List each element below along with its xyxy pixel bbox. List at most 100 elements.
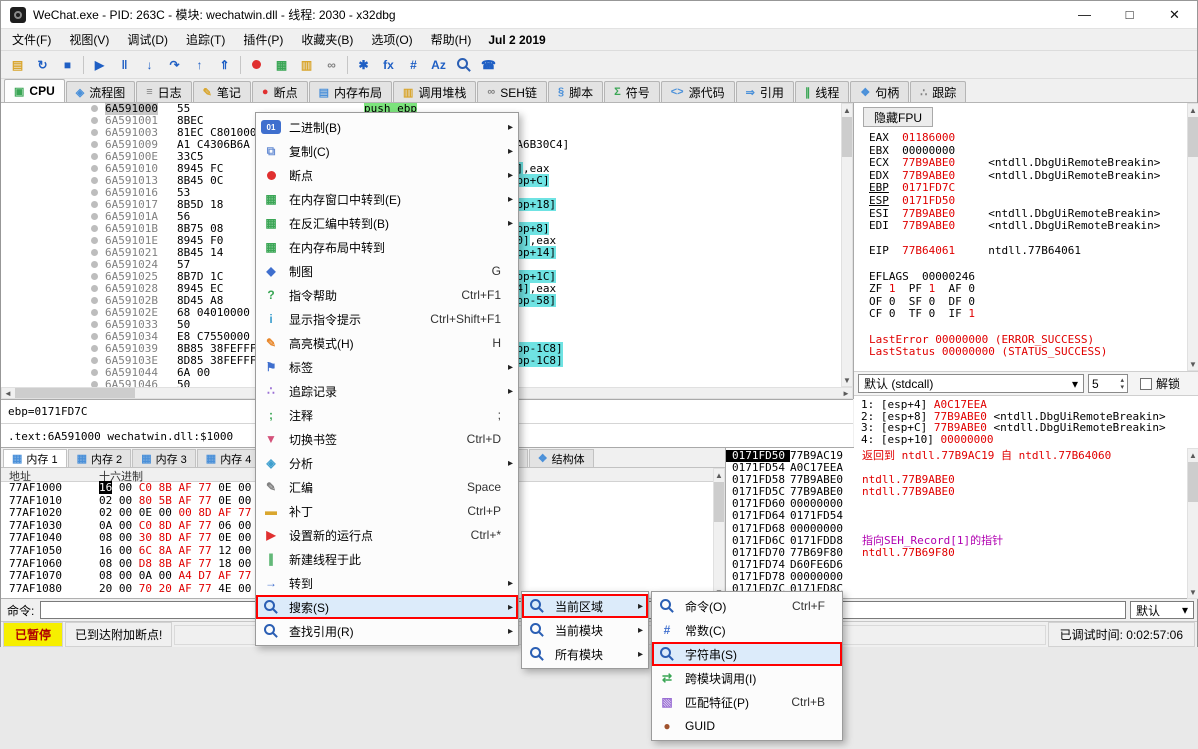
register-line[interactable]: LastStatus 00000000 (STATUS_SUCCESS): [869, 346, 1160, 359]
dump-hex-header[interactable]: 十六进制: [89, 468, 143, 481]
scroll-right-icon[interactable]: ►: [840, 388, 852, 398]
breakpoint-dot-icon[interactable]: [91, 117, 98, 124]
menu-item-search-current-module[interactable]: 当前模块▸: [522, 618, 648, 642]
scroll-thumb[interactable]: [1188, 462, 1198, 502]
breakpoint-dot-icon[interactable]: [91, 297, 98, 304]
dump-address-header[interactable]: 地址: [1, 468, 89, 481]
dump-tab-memory-4[interactable]: ▦内存 4: [197, 449, 261, 467]
menubar-item[interactable]: 视图(V): [60, 29, 118, 50]
menu-item-constant[interactable]: #常数(C): [652, 618, 842, 642]
calculator-button[interactable]: #: [401, 53, 426, 77]
tab-handles[interactable]: ❖句柄: [850, 81, 909, 102]
menu-item-intermodular-calls[interactable]: ⇄跨模块调用(I): [652, 666, 842, 690]
breakpoint-dot-icon[interactable]: [91, 177, 98, 184]
breakpoint-dot-icon[interactable]: [91, 213, 98, 220]
dump-scrollbar[interactable]: ▲ ▼: [713, 468, 725, 599]
attach-button[interactable]: ☎: [476, 53, 501, 77]
menu-item-follow-in-memory-map[interactable]: ▦在内存布局中转到: [256, 235, 518, 259]
register-list[interactable]: EAX 01186000EBX 00000000ECX 77B9ABE0 <nt…: [869, 132, 1160, 384]
breakpoint-dot-icon[interactable]: [91, 237, 98, 244]
menu-item-search[interactable]: 搜索(S)▸: [256, 595, 518, 619]
find-pattern-button[interactable]: [451, 53, 476, 77]
register-line[interactable]: EIP 77B64061 ntdll.77B64061: [869, 245, 1160, 258]
dump-tab-memory-1[interactable]: ▦内存 1: [3, 449, 67, 467]
menu-item-trace-record[interactable]: ∴追踪记录▸: [256, 379, 518, 403]
settings-button[interactable]: ✱: [351, 53, 376, 77]
menu-item-find-references[interactable]: 查找引用(R)▸: [256, 619, 518, 643]
menu-item-breakpoint[interactable]: 断点▸: [256, 163, 518, 187]
breakpoint-dot-icon[interactable]: [91, 201, 98, 208]
step-into-button[interactable]: ↓: [137, 53, 162, 77]
step-over-button[interactable]: ↷: [162, 53, 187, 77]
menubar-item[interactable]: 调试(D): [118, 29, 177, 50]
scroll-up-icon[interactable]: ▲: [1188, 449, 1198, 461]
unlock-checkbox[interactable]: [1140, 378, 1152, 390]
pause-button[interactable]: ‖: [112, 53, 137, 77]
dump-tab-memory-3[interactable]: ▦内存 3: [132, 449, 196, 467]
menu-item-analysis[interactable]: ◈分析▸: [256, 451, 518, 475]
menu-item-follow-in-disassembler[interactable]: ▦在反汇编中转到(B)▸: [256, 211, 518, 235]
breakpoint-dot-icon[interactable]: [91, 249, 98, 256]
menu-item-set-new-origin[interactable]: ▶设置新的运行点Ctrl+*: [256, 523, 518, 547]
tab-source[interactable]: <>源代码: [661, 81, 735, 102]
arguments-pane[interactable]: 1: [esp+4] A0C17EEA2: [esp+8] 77B9ABE0 <…: [854, 395, 1198, 449]
breakpoint-dot-icon[interactable]: [91, 105, 98, 112]
menu-item-assemble[interactable]: ✎汇编Space: [256, 475, 518, 499]
menu-item-binary[interactable]: 01二进制(B)▸: [256, 115, 518, 139]
tab-seh[interactable]: ∞SEH链: [477, 81, 547, 102]
strings-button[interactable]: Az: [426, 53, 451, 77]
breakpoint-dot-icon[interactable]: [91, 225, 98, 232]
menu-item-pattern[interactable]: ▧匹配特征(P)Ctrl+B: [652, 690, 842, 714]
tab-cpu[interactable]: ▣CPU: [4, 79, 65, 102]
scroll-up-icon[interactable]: ▲: [1188, 104, 1198, 116]
tab-references[interactable]: ⇒引用: [736, 81, 794, 102]
menu-item-string-references[interactable]: 字符串(S): [652, 642, 842, 666]
breakpoint-dot-icon[interactable]: [91, 333, 98, 340]
breakpoint-dot-icon[interactable]: [91, 309, 98, 316]
breakpoint-dot-icon[interactable]: [91, 273, 98, 280]
scroll-thumb[interactable]: [842, 117, 852, 157]
menu-item-patch[interactable]: ▬补丁Ctrl+P: [256, 499, 518, 523]
scroll-down-icon[interactable]: ▼: [842, 374, 852, 386]
menu-item-follow-in-memory-window[interactable]: ▦在内存窗口中转到(E)▸: [256, 187, 518, 211]
registers-scrollbar[interactable]: ▲ ▼: [1187, 103, 1198, 371]
hide-fpu-button[interactable]: 隐藏FPU: [863, 107, 933, 127]
menu-item-command[interactable]: 命令(O)Ctrl+F: [652, 594, 842, 618]
scroll-left-icon[interactable]: ◄: [2, 388, 14, 398]
tab-notes[interactable]: ✎笔记: [193, 81, 251, 102]
menubar-item[interactable]: 插件(P): [234, 29, 292, 50]
close-button[interactable]: ✕: [1152, 1, 1197, 28]
tab-breakpoints[interactable]: ●断点: [252, 81, 308, 102]
menu-item-graph[interactable]: ◆制图G: [256, 259, 518, 283]
tab-memory-map[interactable]: ▤内存布局: [309, 81, 392, 102]
scroll-thumb[interactable]: [15, 388, 135, 398]
memory-map-button[interactable]: ▦: [269, 53, 294, 77]
stack-pane[interactable]: 0171FD5077B9AC19返回到 ntdll.77B9AC19 自 ntd…: [725, 448, 1187, 599]
breakpoint-dot-icon[interactable]: [91, 141, 98, 148]
menubar-item[interactable]: 追踪(T): [177, 29, 234, 50]
menu-item-show-mnemonic-brief[interactable]: i显示指令提示Ctrl+Shift+F1: [256, 307, 518, 331]
registers-pane[interactable]: 隐藏FPU EAX 01186000EBX 00000000ECX 77B9AB…: [853, 103, 1198, 399]
menu-item-goto[interactable]: →转到▸: [256, 571, 518, 595]
stack-scrollbar[interactable]: ▲ ▼: [1187, 448, 1198, 599]
minimize-button[interactable]: —: [1062, 1, 1107, 28]
breakpoint-dot-icon[interactable]: [91, 285, 98, 292]
menu-item-comment[interactable]: ;注释;: [256, 403, 518, 427]
tab-call-stack[interactable]: ▥调用堆栈: [393, 81, 476, 102]
menu-item-highlight-mode[interactable]: ✎高亮模式(H)H: [256, 331, 518, 355]
breakpoint-dot-icon[interactable]: [91, 357, 98, 364]
breakpoint-dot-icon[interactable]: [91, 129, 98, 136]
dump-tab-struct[interactable]: ❖结构体: [529, 449, 594, 467]
menu-item-copy[interactable]: ⧉复制(C)▸: [256, 139, 518, 163]
menubar-item[interactable]: 选项(O): [362, 29, 421, 50]
breakpoint-dot-icon[interactable]: [91, 261, 98, 268]
calling-convention-select[interactable]: 默认 (stdcall) ▾: [858, 374, 1084, 393]
menu-item-guid[interactable]: ●GUID: [652, 714, 842, 738]
scroll-down-icon[interactable]: ▼: [1188, 586, 1198, 598]
tab-trace[interactable]: ∴跟踪: [910, 81, 966, 102]
patches-button[interactable]: fx: [376, 53, 401, 77]
menu-item-search-all-modules[interactable]: 所有模块▸: [522, 642, 648, 666]
menu-item-toggle-bookmark[interactable]: ▼切换书签Ctrl+D: [256, 427, 518, 451]
tab-threads[interactable]: ∥线程: [795, 81, 850, 102]
title-bar[interactable]: WeChat.exe - PID: 263C - 模块: wechatwin.d…: [1, 1, 1197, 29]
